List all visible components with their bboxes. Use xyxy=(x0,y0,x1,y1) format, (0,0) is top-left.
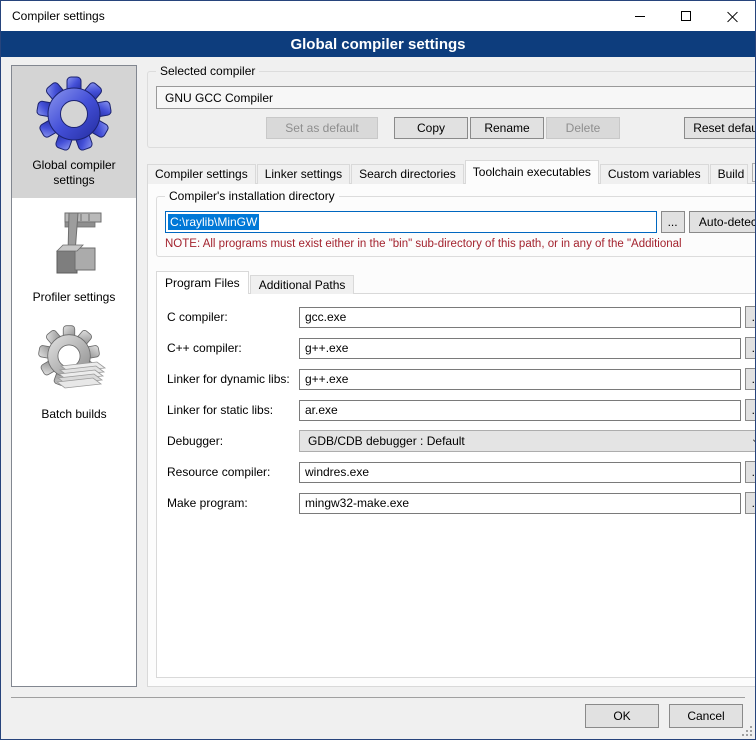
bin-subdirectory-note: NOTE: All programs must exist either in … xyxy=(165,238,755,250)
auto-detect-button[interactable]: Auto-detect xyxy=(689,211,755,233)
debugger-label: Debugger: xyxy=(167,434,299,448)
window-title: Compiler settings xyxy=(1,9,105,23)
cpp-compiler-input[interactable] xyxy=(299,338,741,359)
c-compiler-label: C compiler: xyxy=(167,310,299,324)
tab-search-directories[interactable]: Search directories xyxy=(351,164,464,184)
delete-button[interactable]: Delete xyxy=(546,117,620,139)
sidebar-item-batch-builds[interactable]: Batch builds xyxy=(12,315,136,432)
sidebar-item-label: Batch builds xyxy=(16,407,132,422)
static-linker-row: Linker for static libs: ... xyxy=(167,399,755,421)
maximize-icon xyxy=(681,11,691,21)
ok-button[interactable]: OK xyxy=(585,704,659,728)
cpp-compiler-browse-button[interactable]: ... xyxy=(745,337,755,359)
rename-button[interactable]: Rename xyxy=(470,117,544,139)
static-linker-label: Linker for static libs: xyxy=(167,403,299,417)
program-files-panel: C compiler: ... C++ compiler: ... xyxy=(156,293,755,678)
tab-custom-variables[interactable]: Custom variables xyxy=(600,164,709,184)
settings-category-list: Global compiler settings xyxy=(11,65,137,687)
tab-linker-settings[interactable]: Linker settings xyxy=(257,164,350,184)
resource-compiler-row: Resource compiler: ... xyxy=(167,461,755,483)
make-program-input[interactable] xyxy=(299,493,741,514)
resource-compiler-label: Resource compiler: xyxy=(167,465,299,479)
dynamic-linker-row: Linker for dynamic libs: ... xyxy=(167,368,755,390)
c-compiler-row: C compiler: ... xyxy=(167,306,755,328)
title-bar: Compiler settings xyxy=(1,1,755,31)
tab-scroll-left-button[interactable]: ◀ xyxy=(752,163,755,182)
minimize-button[interactable] xyxy=(617,1,663,31)
caliper-icon xyxy=(16,207,132,285)
dynamic-linker-browse-button[interactable]: ... xyxy=(745,368,755,390)
toolchain-executables-panel: Compiler's installation directory C:\ray… xyxy=(147,183,755,687)
maximize-button[interactable] xyxy=(663,1,709,31)
static-linker-browse-button[interactable]: ... xyxy=(745,399,755,421)
debugger-select-value: GDB/CDB debugger : Default xyxy=(308,434,753,448)
debugger-row: Debugger: GDB/CDB debugger : Default xyxy=(167,430,755,452)
gray-gear-stack-icon xyxy=(16,324,132,402)
compiler-select[interactable]: GNU GCC Compiler xyxy=(156,86,755,109)
installation-directory-input[interactable]: C:\raylib\MinGW xyxy=(165,211,657,233)
compiler-actions-row: Set as default Copy Rename Delete Reset … xyxy=(156,117,755,139)
set-as-default-button[interactable]: Set as default xyxy=(266,117,378,139)
chevron-down-icon xyxy=(753,435,755,445)
main-panel: Selected compiler GNU GCC Compiler Set a… xyxy=(147,65,755,687)
sidebar-item-profiler-settings[interactable]: Profiler settings xyxy=(12,198,136,315)
sidebar-item-label: Profiler settings xyxy=(16,290,132,305)
settings-tab-strip: Compiler settings Linker settings Search… xyxy=(147,160,755,184)
make-program-row: Make program: ... xyxy=(167,492,755,514)
installation-directory-row: C:\raylib\MinGW ... Auto-detect xyxy=(165,211,755,233)
static-linker-input[interactable] xyxy=(299,400,741,421)
cpp-compiler-label: C++ compiler: xyxy=(167,341,299,355)
selected-compiler-group: Selected compiler GNU GCC Compiler Set a… xyxy=(147,71,755,148)
resource-compiler-browse-button[interactable]: ... xyxy=(745,461,755,483)
browse-directory-button[interactable]: ... xyxy=(661,211,685,233)
dialog-content: Global compiler settings xyxy=(1,57,755,697)
installation-directory-value: C:\raylib\MinGW xyxy=(168,214,259,230)
dynamic-linker-label: Linker for dynamic libs: xyxy=(167,372,299,386)
tab-build-options[interactable]: Build options xyxy=(710,164,748,184)
selected-compiler-group-label: Selected compiler xyxy=(156,64,259,78)
installation-directory-group-label: Compiler's installation directory xyxy=(165,189,339,203)
tab-scroll-arrows: ◀ ▶ xyxy=(752,163,755,182)
close-icon xyxy=(727,11,738,22)
tab-toolchain-executables[interactable]: Toolchain executables xyxy=(465,160,599,184)
debugger-select[interactable]: GDB/CDB debugger : Default xyxy=(299,430,755,452)
c-compiler-browse-button[interactable]: ... xyxy=(745,306,755,328)
compiler-select-value: GNU GCC Compiler xyxy=(165,91,755,105)
dynamic-linker-input[interactable] xyxy=(299,369,741,390)
tab-compiler-settings[interactable]: Compiler settings xyxy=(147,164,256,184)
reset-defaults-button[interactable]: Reset defaults xyxy=(684,117,755,139)
cancel-button[interactable]: Cancel xyxy=(669,704,743,728)
sidebar-item-label: Global compiler settings xyxy=(16,158,132,188)
page-title: Global compiler settings xyxy=(1,31,755,57)
c-compiler-input[interactable] xyxy=(299,307,741,328)
dialog-footer: OK Cancel xyxy=(11,697,745,739)
make-program-browse-button[interactable]: ... xyxy=(745,492,755,514)
program-files-tab-strip: Program Files Additional Paths xyxy=(156,271,755,294)
resize-grip[interactable] xyxy=(741,725,753,737)
sidebar-item-global-compiler-settings[interactable]: Global compiler settings xyxy=(12,66,136,198)
copy-button[interactable]: Copy xyxy=(394,117,468,139)
tab-program-files[interactable]: Program Files xyxy=(156,271,249,294)
installation-directory-group: Compiler's installation directory C:\ray… xyxy=(156,196,755,257)
blue-gear-icon xyxy=(16,75,132,153)
tab-additional-paths[interactable]: Additional Paths xyxy=(250,275,355,294)
resource-compiler-input[interactable] xyxy=(299,462,741,483)
close-button[interactable] xyxy=(709,1,755,31)
cpp-compiler-row: C++ compiler: ... xyxy=(167,337,755,359)
compiler-settings-dialog: Compiler settings Global compiler settin… xyxy=(0,0,756,740)
minimize-icon xyxy=(635,16,645,17)
title-bar-spacer xyxy=(105,1,617,31)
make-program-label: Make program: xyxy=(167,496,299,510)
